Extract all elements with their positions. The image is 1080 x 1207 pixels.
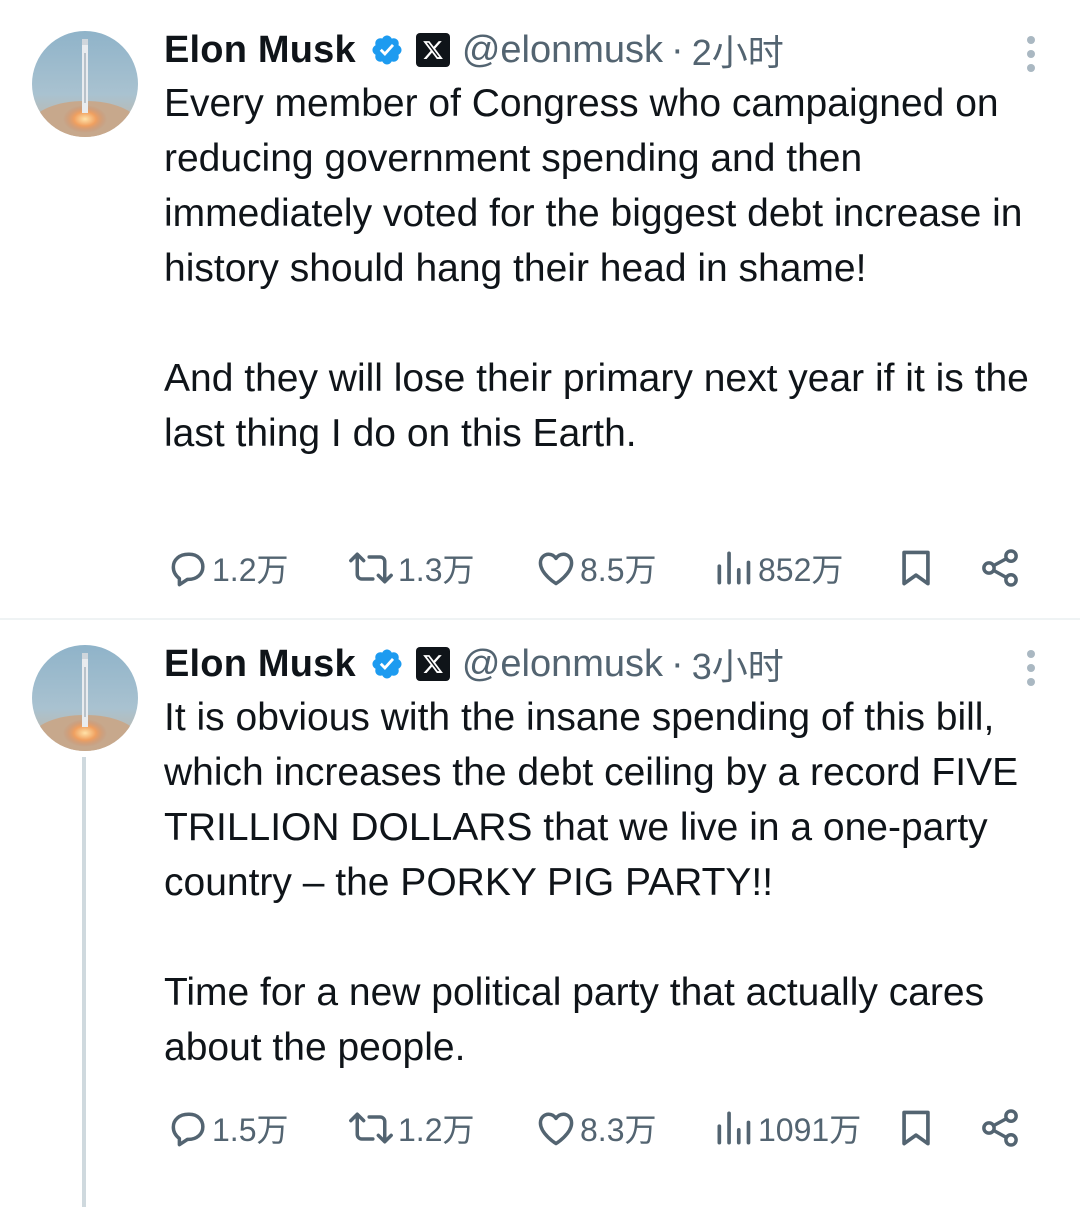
rocket-launch-avatar-icon	[32, 31, 138, 137]
x-logo-icon	[415, 33, 450, 67]
verified-badge-icon	[370, 33, 404, 67]
tweet-text: Every member of Congress who campaigned …	[164, 76, 1044, 461]
action-bar: 1.2万 1.3万 8.5万 852万	[164, 543, 1034, 593]
bookmark-icon	[902, 1110, 930, 1146]
retweet-icon	[349, 1112, 393, 1144]
timestamp[interactable]: 2小时	[692, 24, 784, 76]
verified-badge-icon	[370, 647, 404, 681]
share-icon	[982, 1109, 1018, 1147]
retweet-button[interactable]: 1.2万	[346, 1103, 475, 1153]
bookmark-icon	[902, 550, 930, 586]
tweet-paragraph: Every member of Congress who campaigned …	[164, 82, 1023, 290]
tweet-paragraph: And they will lose their primary next ye…	[164, 357, 1029, 455]
retweet-icon	[349, 552, 393, 584]
views-icon	[717, 1111, 751, 1145]
like-button[interactable]: 8.5万	[534, 543, 657, 593]
share-button[interactable]	[978, 1103, 1022, 1153]
author-name[interactable]: Elon Musk	[164, 29, 356, 72]
share-button[interactable]	[978, 543, 1022, 593]
more-icon[interactable]	[1026, 36, 1036, 72]
reply-icon	[171, 552, 205, 587]
author-handle[interactable]: @elonmusk	[462, 643, 663, 686]
rocket-launch-avatar-icon	[32, 645, 138, 751]
retweet-count: 1.3万	[398, 552, 475, 588]
views-button[interactable]: 1091万	[712, 1103, 861, 1153]
tweet[interactable]: Elon Musk @elonmusk · 3小时 It is obvious …	[0, 620, 1080, 1207]
tweet-text: It is obvious with the insane spending o…	[164, 690, 1044, 1075]
like-count: 8.5万	[580, 552, 657, 588]
reply-count: 1.2万	[212, 552, 289, 588]
reply-button[interactable]: 1.5万	[166, 1103, 289, 1153]
reply-icon	[171, 1112, 205, 1147]
action-bar: 1.5万 1.2万 8.3万 1091万	[164, 1103, 1034, 1153]
tweet[interactable]: Elon Musk @elonmusk · 2小时 Every member o…	[0, 0, 1080, 618]
like-count: 8.3万	[580, 1112, 657, 1148]
more-icon[interactable]	[1026, 650, 1036, 686]
separator-dot: ·	[671, 642, 684, 685]
author-name[interactable]: Elon Musk	[164, 643, 356, 686]
avatar[interactable]	[32, 645, 138, 751]
bookmark-button[interactable]	[894, 543, 938, 593]
tweet-header: Elon Musk @elonmusk · 3小时	[164, 642, 784, 688]
like-button[interactable]: 8.3万	[534, 1103, 657, 1153]
reply-count: 1.5万	[212, 1112, 289, 1148]
author-handle[interactable]: @elonmusk	[462, 29, 663, 72]
separator-dot: ·	[671, 28, 684, 71]
retweet-button[interactable]: 1.3万	[346, 543, 475, 593]
timestamp[interactable]: 3小时	[692, 638, 784, 690]
x-logo-icon	[415, 647, 450, 681]
share-icon	[982, 549, 1018, 587]
view-count: 852万	[758, 552, 844, 588]
tweet-header: Elon Musk @elonmusk · 2小时	[164, 28, 784, 74]
avatar[interactable]	[32, 31, 138, 137]
views-button[interactable]: 852万	[712, 543, 843, 593]
view-count: 1091万	[758, 1112, 862, 1148]
retweet-count: 1.2万	[398, 1112, 475, 1148]
tweet-paragraph: Time for a new political party that actu…	[164, 971, 985, 1069]
like-icon	[538, 552, 574, 586]
views-icon	[717, 551, 751, 585]
like-icon	[538, 1112, 574, 1146]
bookmark-button[interactable]	[894, 1103, 938, 1153]
reply-button[interactable]: 1.2万	[166, 543, 289, 593]
thread-line	[82, 757, 86, 1207]
tweet-paragraph: It is obvious with the insane spending o…	[164, 696, 1019, 904]
